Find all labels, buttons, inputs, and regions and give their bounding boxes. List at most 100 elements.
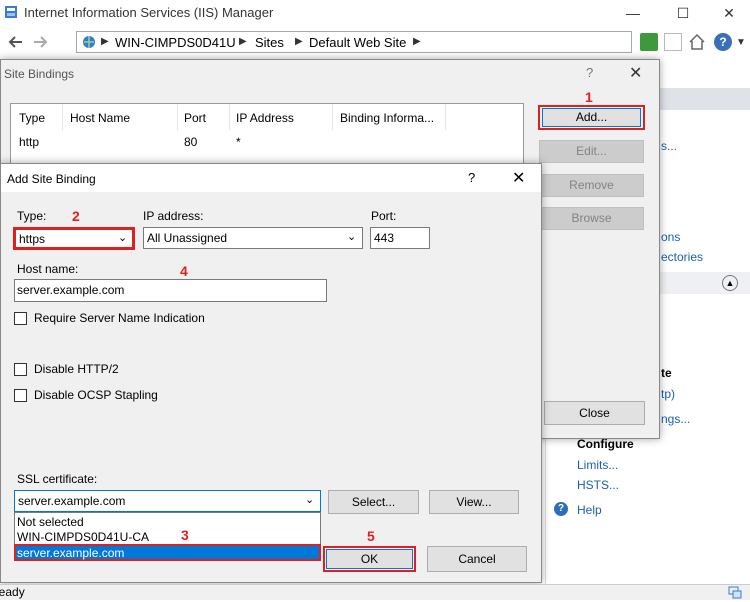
forward-arrow-icon [34, 36, 48, 48]
ip-address-label: IP address: [143, 209, 204, 223]
host-name-label: Host name: [17, 262, 79, 276]
minimize-button[interactable]: — [610, 0, 656, 28]
maximize-button[interactable]: ☐ [660, 0, 706, 28]
cancel-button[interactable]: Cancel [427, 546, 527, 572]
add-binding-title: Add Site Binding [7, 172, 96, 186]
breadcrumb-sites[interactable]: Sites [255, 35, 284, 50]
iis-app-icon [4, 5, 18, 19]
hsts-link[interactable]: HSTS... [577, 478, 619, 492]
column-header-binding-info: Binding Informa... [340, 111, 435, 125]
breadcrumb-separator-icon: ▶ [239, 36, 247, 47]
breadcrumb-server[interactable]: WIN-CIMPDS0D41U [115, 35, 236, 50]
ssl-dropdown-list: Not selected WIN-CIMPDS0D41U-CA server.e… [14, 512, 321, 561]
actions-link-fragment[interactable]: s... [661, 139, 677, 153]
back-button[interactable] [4, 31, 26, 53]
cell-type: http [19, 135, 40, 149]
chevron-down-icon: ⌄ [305, 494, 315, 506]
ssl-option-selected[interactable]: server.example.com [14, 544, 321, 561]
type-select[interactable]: https ⌄ [15, 229, 133, 248]
table-row[interactable]: http 80 * [11, 132, 523, 152]
disable-http2-checkbox[interactable] [14, 363, 27, 376]
help-dropdown-icon[interactable]: ▼ [736, 37, 746, 48]
annotation-2: 2 [72, 208, 80, 224]
column-header[interactable]: Host Name [64, 104, 178, 130]
close-button[interactable]: Close [544, 401, 645, 425]
column-header-type: Type [19, 111, 46, 125]
host-name-input[interactable]: server.example.com [14, 279, 327, 302]
actions-link-fragment[interactable]: tp) [661, 387, 675, 401]
site-bindings-close-icon[interactable]: ✕ [629, 63, 642, 83]
chevron-down-icon: ⌄ [118, 232, 128, 244]
breadcrumb-separator-icon: ▶ [101, 36, 109, 47]
address-bar[interactable]: ▶ WIN-CIMPDS0D41U ▶ Sites ▶ Default Web … [76, 31, 632, 53]
add-binding-help-button[interactable]: ? [468, 170, 475, 185]
title-bar: Internet Information Services (IIS) Mana… [0, 0, 750, 26]
forward-button[interactable] [30, 31, 52, 53]
ip-address-select[interactable]: All Unassigned ⌄ [143, 227, 363, 249]
home-icon[interactable] [688, 33, 706, 51]
sni-label: Require Server Name Indication [34, 311, 205, 325]
configure-heading: Configure [577, 437, 634, 451]
sni-checkbox[interactable] [14, 312, 27, 325]
status-bar: Ready [0, 584, 750, 600]
globe-icon [82, 35, 96, 49]
actions-link-fragment[interactable]: ons [661, 230, 680, 244]
actions-heading-fragment: te [661, 366, 672, 380]
ok-button[interactable]: OK [326, 549, 413, 569]
type-select-value: https [19, 232, 46, 246]
select-certificate-button[interactable]: Select... [328, 490, 419, 514]
column-header-port: Port [184, 111, 207, 125]
collapse-up-icon[interactable]: ▲ [722, 275, 738, 291]
refresh-icon[interactable] [640, 33, 658, 51]
disable-ocsp-label: Disable OCSP Stapling [34, 388, 158, 402]
help-link[interactable]: Help [577, 503, 602, 517]
type-label: Type: [17, 209, 47, 223]
breadcrumb-default-web-site[interactable]: Default Web Site [309, 35, 406, 50]
port-label: Port: [371, 209, 397, 223]
breadcrumb-separator-icon: ▶ [295, 36, 303, 47]
column-header[interactable]: Port [179, 104, 230, 130]
breadcrumb-separator-icon: ▶ [413, 36, 421, 47]
host-name-value: server.example.com [17, 283, 125, 297]
column-header[interactable]: Binding Informa... [334, 104, 446, 130]
view-certificate-button[interactable]: View... [429, 490, 519, 514]
ssl-option-selected-label: server.example.com [17, 546, 125, 560]
status-text: Ready [0, 585, 25, 599]
column-header[interactable]: Type [11, 104, 63, 130]
annotation-3: 3 [181, 527, 189, 543]
ssl-certificate-value: server.example.com [18, 494, 126, 508]
add-binding-close-icon[interactable]: ✕ [512, 168, 525, 188]
ssl-option[interactable]: Not selected [17, 515, 84, 529]
limits-link[interactable]: Limits... [577, 458, 618, 472]
annotation-4: 4 [180, 263, 188, 279]
site-bindings-help-button[interactable]: ? [586, 65, 593, 80]
disable-ocsp-checkbox[interactable] [14, 389, 27, 402]
cell-ip: * [236, 135, 241, 149]
disable-http2-label: Disable HTTP/2 [34, 362, 119, 376]
column-header[interactable]: IP Address [231, 104, 333, 130]
ssl-certificate-select[interactable]: server.example.com ⌄ [14, 490, 321, 512]
annotation-5: 5 [367, 528, 375, 544]
close-window-button[interactable]: ✕ [706, 0, 750, 28]
help-menu-icon[interactable]: ? [714, 33, 732, 51]
ssl-certificate-label: SSL certificate: [17, 472, 98, 486]
add-site-binding-dialog: Add Site Binding ? ✕ Type: 2 https ⌄ IP … [0, 163, 542, 583]
column-header-ip-address: IP Address [236, 111, 294, 125]
site-bindings-title: Site Bindings [4, 67, 75, 81]
actions-link-fragment[interactable]: ectories [661, 250, 703, 264]
network-status-icon [728, 585, 742, 599]
column-header-host-name: Host Name [70, 111, 131, 125]
remove-button[interactable]: Remove [539, 174, 644, 197]
add-button[interactable]: Add... [542, 108, 641, 127]
chevron-down-icon: ⌄ [347, 231, 357, 243]
help-icon: ? [554, 502, 568, 516]
back-arrow-icon [8, 36, 22, 48]
browse-button[interactable]: Browse [539, 207, 644, 230]
edit-button[interactable]: Edit... [539, 140, 644, 163]
nav-bar: ▶ WIN-CIMPDS0D41U ▶ Sites ▶ Default Web … [0, 28, 750, 58]
port-input[interactable]: 443 [370, 227, 430, 249]
actions-link-fragment[interactable]: ngs... [661, 412, 690, 426]
stop-icon[interactable] [664, 33, 682, 51]
ssl-option[interactable]: WIN-CIMPDS0D41U-CA [17, 530, 149, 544]
ip-address-value: All Unassigned [147, 231, 228, 245]
